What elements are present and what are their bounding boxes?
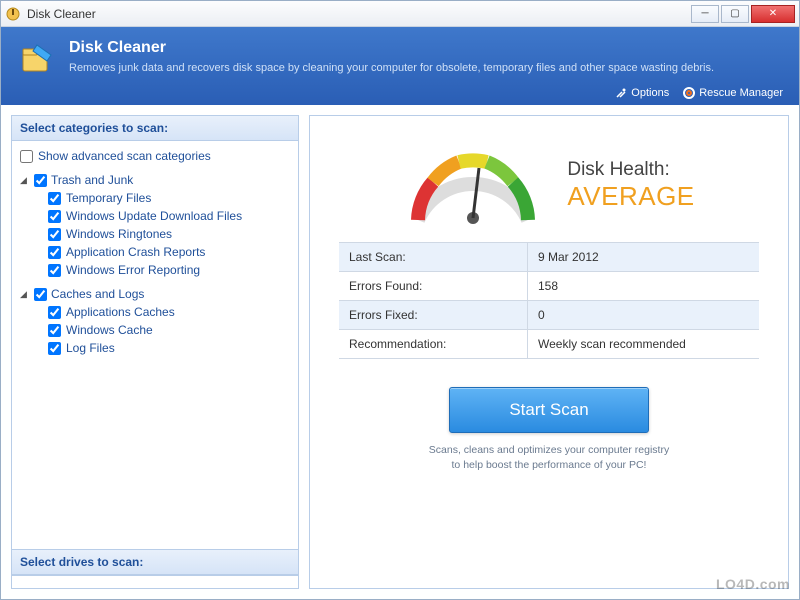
titlebar: Disk Cleaner ─ ▢ ✕: [1, 1, 799, 27]
info-key: Errors Found:: [339, 272, 528, 300]
table-row: Errors Found: 158: [339, 272, 759, 301]
group-label: Caches and Logs: [51, 287, 144, 301]
group-trash-junk[interactable]: ◢ Trash and Junk: [20, 171, 290, 189]
watermark: LO4D.com: [716, 576, 790, 592]
rescue-manager-link[interactable]: Rescue Manager: [683, 87, 783, 99]
info-key: Recommendation:: [339, 330, 528, 358]
app-window: Disk Cleaner ─ ▢ ✕ Disk Cleaner Removes …: [0, 0, 800, 600]
chevron-down-icon: ◢: [20, 289, 30, 300]
start-scan-button[interactable]: Start Scan: [449, 387, 649, 433]
group-checkbox[interactable]: [34, 174, 47, 187]
rescue-label: Rescue Manager: [699, 87, 783, 99]
close-button[interactable]: ✕: [751, 5, 795, 23]
category-item[interactable]: Windows Error Reporting: [48, 261, 290, 279]
app-icon: [5, 6, 21, 22]
info-key: Errors Fixed:: [339, 301, 528, 329]
category-item[interactable]: Temporary Files: [48, 189, 290, 207]
main-panel: Disk Health: AVERAGE Last Scan: 9 Mar 20…: [309, 115, 789, 589]
category-item[interactable]: Applications Caches: [48, 303, 290, 321]
health-label: Disk Health:: [567, 159, 694, 181]
info-key: Last Scan:: [339, 243, 528, 271]
cleaner-icon: [17, 39, 57, 79]
group-label: Trash and Junk: [51, 173, 133, 187]
health-info-table: Last Scan: 9 Mar 2012 Errors Found: 158 …: [339, 242, 759, 359]
header-description: Removes junk data and recovers disk spac…: [69, 61, 714, 76]
drives-panel: Local Disk (C:): [12, 575, 298, 588]
lifesaver-icon: [683, 87, 695, 99]
show-advanced-label: Show advanced scan categories: [38, 149, 211, 163]
group-caches-logs[interactable]: ◢ Caches and Logs: [20, 285, 290, 303]
table-row: Recommendation: Weekly scan recommended: [339, 330, 759, 359]
options-label: Options: [631, 87, 669, 99]
header-banner: Disk Cleaner Removes junk data and recov…: [1, 27, 799, 105]
maximize-button[interactable]: ▢: [721, 5, 749, 23]
show-advanced-checkbox[interactable]: Show advanced scan categories: [20, 147, 290, 165]
table-row: Errors Fixed: 0: [339, 301, 759, 330]
info-value: 9 Mar 2012: [528, 243, 759, 271]
minimize-button[interactable]: ─: [691, 5, 719, 23]
category-group: ◢ Trash and Junk Temporary Files Windows…: [20, 171, 290, 279]
category-item[interactable]: Windows Ringtones: [48, 225, 290, 243]
info-value: Weekly scan recommended: [528, 330, 759, 358]
categories-panel: Show advanced scan categories ◢ Trash an…: [12, 141, 298, 549]
category-item[interactable]: Log Files: [48, 339, 290, 357]
window-title: Disk Cleaner: [27, 7, 96, 21]
health-value: AVERAGE: [567, 181, 694, 212]
categories-heading: Select categories to scan:: [12, 116, 298, 141]
show-advanced-input[interactable]: [20, 150, 33, 163]
header-title: Disk Cleaner: [69, 39, 714, 57]
chevron-down-icon: ◢: [20, 175, 30, 186]
category-item[interactable]: Application Crash Reports: [48, 243, 290, 261]
sidebar: Select categories to scan: Show advanced…: [11, 115, 299, 589]
tools-icon: [615, 87, 627, 99]
category-item[interactable]: Windows Update Download Files: [48, 207, 290, 225]
drives-heading: Select drives to scan:: [12, 549, 298, 575]
group-checkbox[interactable]: [34, 288, 47, 301]
category-item[interactable]: Windows Cache: [48, 321, 290, 339]
scan-hint: Scans, cleans and optimizes your compute…: [429, 443, 669, 472]
drive-item[interactable]: Local Disk (C:): [20, 582, 290, 588]
category-group: ◢ Caches and Logs Applications Caches Wi…: [20, 285, 290, 357]
info-value: 158: [528, 272, 759, 300]
content-area: Select categories to scan: Show advanced…: [1, 105, 799, 599]
info-value: 0: [528, 301, 759, 329]
options-link[interactable]: Options: [615, 87, 669, 99]
health-gauge-icon: [403, 140, 543, 230]
table-row: Last Scan: 9 Mar 2012: [339, 243, 759, 272]
